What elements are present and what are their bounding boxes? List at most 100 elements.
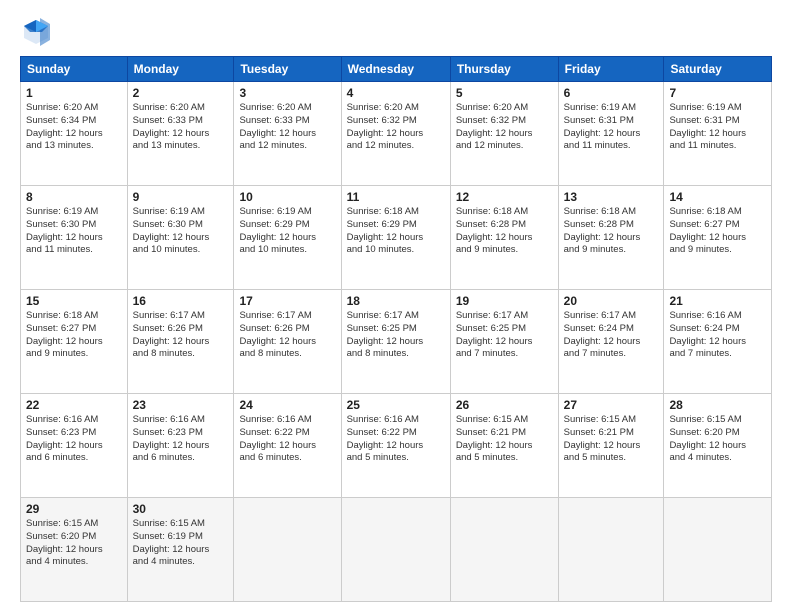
day-number: 12 <box>456 190 553 204</box>
day-number: 4 <box>347 86 445 100</box>
calendar-cell: 10 Sunrise: 6:19 AM Sunset: 6:29 PM Dayli… <box>234 186 341 290</box>
day-number: 26 <box>456 398 553 412</box>
day-number: 13 <box>564 190 659 204</box>
calendar-cell <box>450 498 558 602</box>
day-info: Sunrise: 6:18 AM Sunset: 6:27 PM Dayligh… <box>26 310 122 361</box>
day-number: 3 <box>239 86 335 100</box>
day-number: 18 <box>347 294 445 308</box>
day-info: Sunrise: 6:18 AM Sunset: 6:29 PM Dayligh… <box>347 206 445 257</box>
calendar-cell: 13 Sunrise: 6:18 AM Sunset: 6:28 PM Dayli… <box>558 186 664 290</box>
calendar-cell: 19Sunrise: 6:17 AM Sunset: 6:25 PM Dayli… <box>450 290 558 394</box>
calendar-cell: 27 Sunrise: 6:15 AM Sunset: 6:21 PM Dayli… <box>558 394 664 498</box>
day-info: Sunrise: 6:15 AM Sunset: 6:20 PM Dayligh… <box>26 518 122 569</box>
day-number: 19 <box>456 294 553 308</box>
day-number: 29 <box>26 502 122 516</box>
header <box>20 16 772 48</box>
day-number: 24 <box>239 398 335 412</box>
day-info: Sunrise: 6:18 AM Sunset: 6:28 PM Dayligh… <box>564 206 659 257</box>
calendar-cell: 4 Sunrise: 6:20 AM Sunset: 6:32 PM Daylig… <box>341 82 450 186</box>
calendar-cell: 9 Sunrise: 6:19 AM Sunset: 6:30 PM Daylig… <box>127 186 234 290</box>
day-number: 17 <box>239 294 335 308</box>
day-info: Sunrise: 6:17 AM Sunset: 6:26 PM Dayligh… <box>239 310 335 361</box>
day-number: 16 <box>133 294 229 308</box>
day-number: 20 <box>564 294 659 308</box>
weekday-header: Friday <box>558 57 664 82</box>
weekday-header: Wednesday <box>341 57 450 82</box>
calendar-week-row: 15 Sunrise: 6:18 AM Sunset: 6:27 PM Dayli… <box>21 290 772 394</box>
calendar-cell: 22 Sunrise: 6:16 AM Sunset: 6:23 PM Dayli… <box>21 394 128 498</box>
calendar-cell: 28 Sunrise: 6:15 AM Sunset: 6:20 PM Dayli… <box>664 394 772 498</box>
day-info: Sunrise: 6:15 AM Sunset: 6:20 PM Dayligh… <box>669 414 766 465</box>
day-number: 14 <box>669 190 766 204</box>
day-info: Sunrise: 6:18 AM Sunset: 6:27 PM Dayligh… <box>669 206 766 257</box>
calendar-cell: 25Sunrise: 6:16 AM Sunset: 6:22 PM Dayli… <box>341 394 450 498</box>
page: SundayMondayTuesdayWednesdayThursdayFrid… <box>0 0 792 612</box>
day-info: Sunrise: 6:20 AM Sunset: 6:32 PM Dayligh… <box>456 102 553 153</box>
calendar-cell <box>664 498 772 602</box>
calendar-week-row: 1Sunrise: 6:20 AM Sunset: 6:34 PM Daylig… <box>21 82 772 186</box>
day-info: Sunrise: 6:20 AM Sunset: 6:32 PM Dayligh… <box>347 102 445 153</box>
calendar-cell: 29 Sunrise: 6:15 AM Sunset: 6:20 PM Dayli… <box>21 498 128 602</box>
calendar-cell: 23Sunrise: 6:16 AM Sunset: 6:23 PM Dayli… <box>127 394 234 498</box>
calendar-cell: 11 Sunrise: 6:18 AM Sunset: 6:29 PM Dayli… <box>341 186 450 290</box>
day-info: Sunrise: 6:16 AM Sunset: 6:23 PM Dayligh… <box>26 414 122 465</box>
calendar-cell: 15 Sunrise: 6:18 AM Sunset: 6:27 PM Dayli… <box>21 290 128 394</box>
day-info: Sunrise: 6:15 AM Sunset: 6:21 PM Dayligh… <box>564 414 659 465</box>
day-info: Sunrise: 6:19 AM Sunset: 6:30 PM Dayligh… <box>133 206 229 257</box>
calendar-cell: 16 Sunrise: 6:17 AM Sunset: 6:26 PM Dayli… <box>127 290 234 394</box>
day-info: Sunrise: 6:20 AM Sunset: 6:33 PM Dayligh… <box>133 102 229 153</box>
day-number: 5 <box>456 86 553 100</box>
calendar-cell: 1Sunrise: 6:20 AM Sunset: 6:34 PM Daylig… <box>21 82 128 186</box>
day-info: Sunrise: 6:17 AM Sunset: 6:24 PM Dayligh… <box>564 310 659 361</box>
calendar-cell: 12Sunrise: 6:18 AM Sunset: 6:28 PM Dayli… <box>450 186 558 290</box>
calendar-cell: 7 Sunrise: 6:19 AM Sunset: 6:31 PM Daylig… <box>664 82 772 186</box>
day-info: Sunrise: 6:16 AM Sunset: 6:22 PM Dayligh… <box>239 414 335 465</box>
weekday-header: Saturday <box>664 57 772 82</box>
day-number: 9 <box>133 190 229 204</box>
weekday-header: Monday <box>127 57 234 82</box>
calendar-cell <box>234 498 341 602</box>
day-number: 11 <box>347 190 445 204</box>
logo <box>20 16 56 48</box>
day-number: 23 <box>133 398 229 412</box>
calendar-cell: 18 Sunrise: 6:17 AM Sunset: 6:25 PM Dayli… <box>341 290 450 394</box>
day-info: Sunrise: 6:15 AM Sunset: 6:21 PM Dayligh… <box>456 414 553 465</box>
day-number: 10 <box>239 190 335 204</box>
calendar-week-row: 29 Sunrise: 6:15 AM Sunset: 6:20 PM Dayli… <box>21 498 772 602</box>
day-info: Sunrise: 6:16 AM Sunset: 6:24 PM Dayligh… <box>669 310 766 361</box>
day-number: 28 <box>669 398 766 412</box>
calendar-cell: 20 Sunrise: 6:17 AM Sunset: 6:24 PM Dayli… <box>558 290 664 394</box>
day-number: 21 <box>669 294 766 308</box>
calendar-week-row: 22 Sunrise: 6:16 AM Sunset: 6:23 PM Dayli… <box>21 394 772 498</box>
day-info: Sunrise: 6:19 AM Sunset: 6:29 PM Dayligh… <box>239 206 335 257</box>
calendar-cell <box>558 498 664 602</box>
day-number: 22 <box>26 398 122 412</box>
day-info: Sunrise: 6:20 AM Sunset: 6:33 PM Dayligh… <box>239 102 335 153</box>
day-info: Sunrise: 6:15 AM Sunset: 6:19 PM Dayligh… <box>133 518 229 569</box>
day-info: Sunrise: 6:19 AM Sunset: 6:31 PM Dayligh… <box>669 102 766 153</box>
day-number: 8 <box>26 190 122 204</box>
calendar-cell: 17 Sunrise: 6:17 AM Sunset: 6:26 PM Dayli… <box>234 290 341 394</box>
weekday-header: Sunday <box>21 57 128 82</box>
calendar-cell: 6Sunrise: 6:19 AM Sunset: 6:31 PM Daylig… <box>558 82 664 186</box>
day-info: Sunrise: 6:16 AM Sunset: 6:22 PM Dayligh… <box>347 414 445 465</box>
calendar-cell: 14 Sunrise: 6:18 AM Sunset: 6:27 PM Dayli… <box>664 186 772 290</box>
day-number: 2 <box>133 86 229 100</box>
day-info: Sunrise: 6:19 AM Sunset: 6:30 PM Dayligh… <box>26 206 122 257</box>
day-number: 1 <box>26 86 122 100</box>
day-number: 7 <box>669 86 766 100</box>
day-number: 6 <box>564 86 659 100</box>
day-number: 30 <box>133 502 229 516</box>
calendar-cell: 5 Sunrise: 6:20 AM Sunset: 6:32 PM Daylig… <box>450 82 558 186</box>
calendar-cell: 21 Sunrise: 6:16 AM Sunset: 6:24 PM Dayli… <box>664 290 772 394</box>
calendar-cell <box>341 498 450 602</box>
day-info: Sunrise: 6:17 AM Sunset: 6:25 PM Dayligh… <box>347 310 445 361</box>
calendar-cell: 24 Sunrise: 6:16 AM Sunset: 6:22 PM Dayli… <box>234 394 341 498</box>
weekday-header: Thursday <box>450 57 558 82</box>
calendar-cell: 8 Sunrise: 6:19 AM Sunset: 6:30 PM Daylig… <box>21 186 128 290</box>
calendar-table: SundayMondayTuesdayWednesdayThursdayFrid… <box>20 56 772 602</box>
calendar-cell: 30 Sunrise: 6:15 AM Sunset: 6:19 PM Dayli… <box>127 498 234 602</box>
day-number: 15 <box>26 294 122 308</box>
day-number: 27 <box>564 398 659 412</box>
day-info: Sunrise: 6:17 AM Sunset: 6:26 PM Dayligh… <box>133 310 229 361</box>
